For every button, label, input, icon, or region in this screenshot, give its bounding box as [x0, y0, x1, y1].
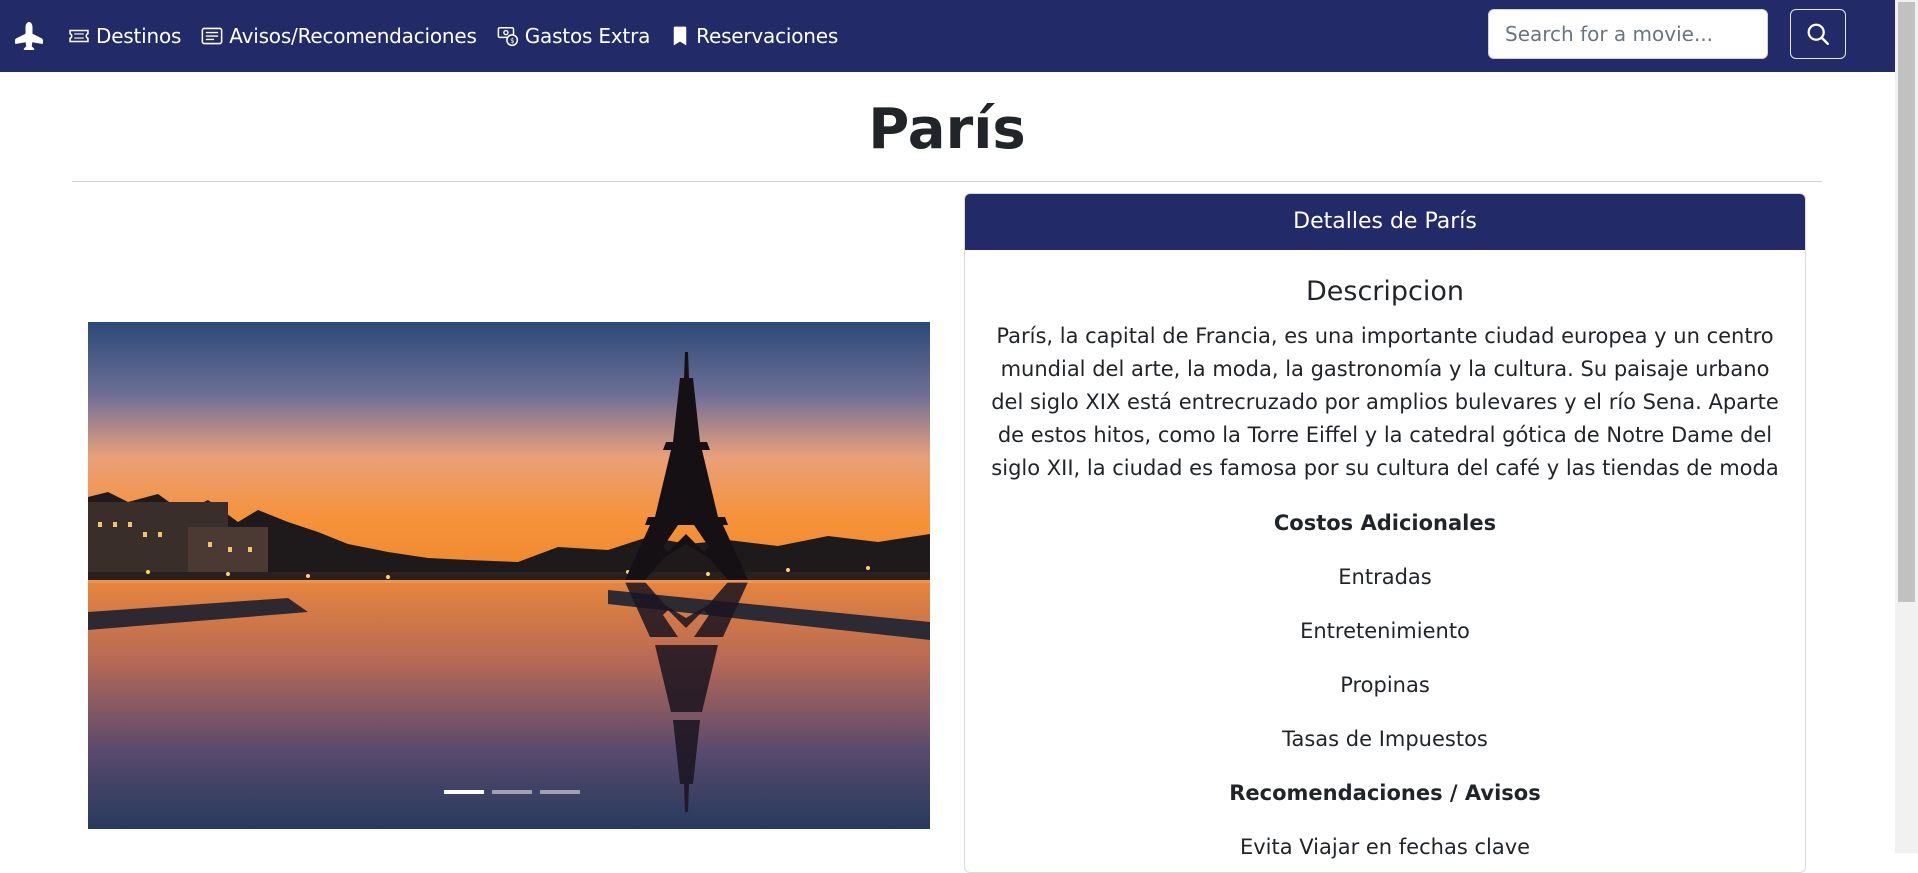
card-text-icon [201, 27, 223, 45]
top-navbar: Destinos Avisos/Recomendaciones $ Gastos… [0, 0, 1895, 72]
nav-label: Reservaciones [696, 24, 839, 48]
nav-item-reservaciones[interactable]: Reservaciones [660, 0, 848, 72]
cost-item: Tasas de Impuestos [1282, 727, 1488, 751]
details-card-body: Descripcion París, la capital de Francia… [965, 274, 1805, 863]
svg-text:$: $ [510, 37, 514, 45]
cost-item: Entradas [1338, 565, 1432, 589]
bookmark-icon [673, 26, 687, 46]
brand-link[interactable] [0, 0, 58, 72]
recommendations-title: Recomendaciones / Avisos [1229, 781, 1541, 805]
nav-item-destinos[interactable]: Destinos [58, 0, 191, 72]
description-text: París, la capital de Francia, es una imp… [991, 324, 1779, 480]
chevron-left-icon [141, 237, 158, 271]
cash-coin-icon: $ [497, 26, 518, 47]
nav-label: Avisos/Recomendaciones [229, 24, 477, 48]
search-button[interactable] [1790, 9, 1846, 59]
title-divider [72, 181, 1822, 182]
chevron-right-icon [858, 237, 875, 271]
costs-title: Costos Adicionales [1273, 511, 1497, 535]
nav-label: Gastos Extra [524, 24, 651, 48]
search-form [1488, 9, 1846, 59]
details-card-header: Detalles de París [965, 194, 1805, 250]
carousel-indicator-2[interactable] [492, 790, 532, 794]
airplane-icon [15, 22, 43, 50]
ticket-icon [69, 29, 89, 43]
page-title: París [868, 97, 1026, 162]
carousel-indicator-1[interactable] [444, 790, 484, 794]
cost-item: Propinas [1340, 673, 1430, 697]
carousel-indicators [440, 790, 584, 794]
page-scrollbar[interactable] [1895, 0, 1918, 853]
carousel-indicator-3[interactable] [540, 790, 580, 794]
cost-item: Entretenimiento [1300, 619, 1470, 643]
nav-item-avisos[interactable]: Avisos/Recomendaciones [191, 0, 486, 72]
destination-carousel [88, 322, 930, 829]
carousel-prev-button[interactable] [130, 226, 170, 282]
recommendation-item: Evita Viajar en fechas clave [1239, 835, 1531, 859]
description-title: Descripcion [1305, 276, 1465, 307]
eiffel-tower-photo [88, 322, 930, 829]
search-input[interactable] [1488, 9, 1768, 59]
nav-label: Destinos [96, 24, 182, 48]
nav-item-gastos-extra[interactable]: $ Gastos Extra [487, 0, 660, 72]
search-icon [1807, 23, 1829, 45]
details-card: Detalles de París Descripcion París, la … [964, 193, 1806, 873]
scrollbar-thumb[interactable] [1898, 2, 1915, 602]
carousel-next-button[interactable] [846, 226, 886, 282]
